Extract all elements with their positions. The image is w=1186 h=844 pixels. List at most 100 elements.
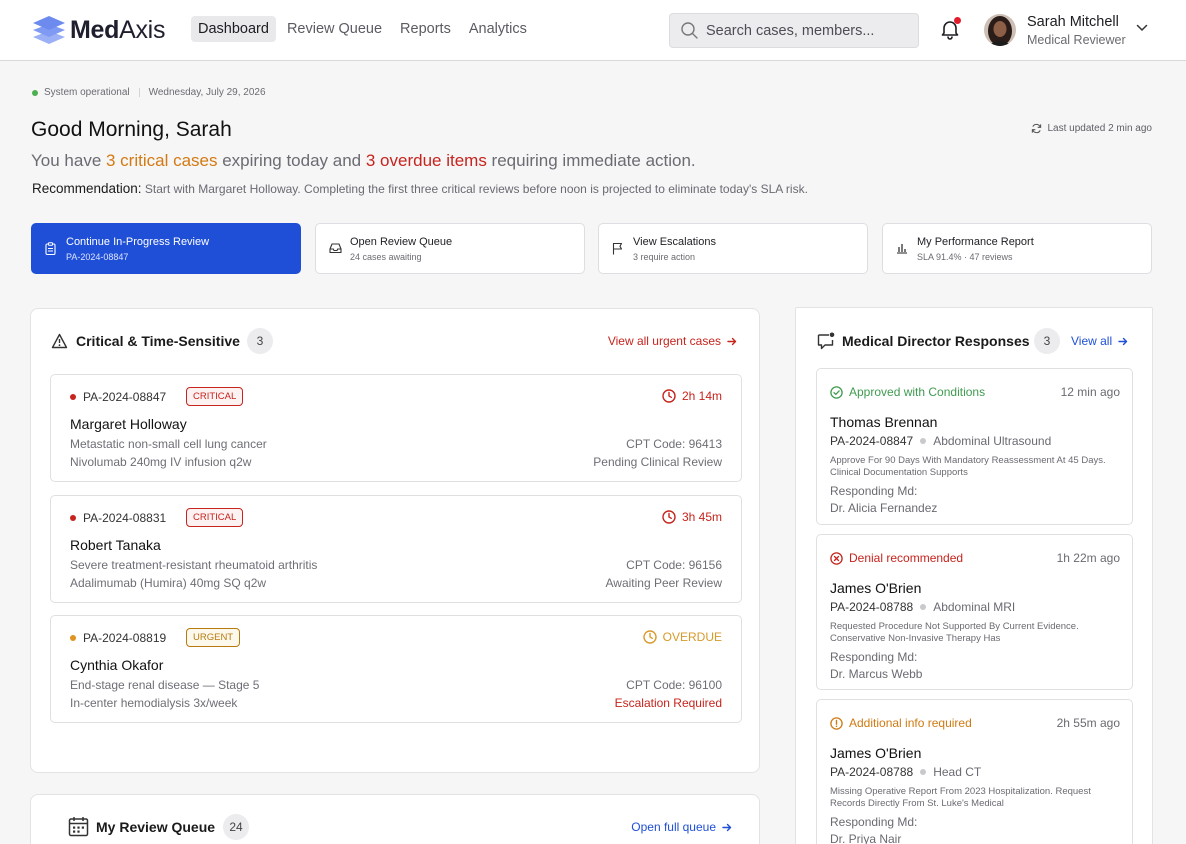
case-id: PA-2024-08819 (83, 631, 167, 645)
status-text: Denial recommended (849, 551, 964, 565)
notification-dot (954, 17, 961, 24)
arrow-right-icon (727, 337, 737, 345)
separator-dot (920, 438, 927, 444)
nav-dashboard[interactable]: Dashboard (191, 16, 276, 42)
response-note: Requested Procedure Not Supported By Cur… (830, 621, 1079, 644)
diagnosis: Severe treatment-resistant rheumatoid ar… (70, 558, 318, 572)
time-remaining: 2h 14m (662, 389, 722, 403)
action-title: My Performance Report (917, 236, 1034, 248)
response-note: Missing Operative Report From 2023 Hospi… (830, 786, 1091, 809)
case-id: PA-2024-08847 (83, 390, 167, 404)
response-status: Additional info required (830, 716, 972, 730)
flag-icon (612, 242, 623, 255)
priority-dot (70, 394, 76, 400)
refresh-icon[interactable] (1031, 123, 1042, 134)
cpt-code: CPT Code: 96413 (626, 437, 722, 451)
action-subtitle: SLA 91.4% · 47 reviews (917, 252, 1013, 262)
action-subtitle: PA-2024-08847 (66, 252, 129, 262)
case-id: PA-2024-08847 (830, 434, 914, 448)
priority-badge: CRITICAL (186, 387, 244, 406)
treatment: Nivolumab 240mg IV infusion q2w (70, 455, 252, 469)
search-input[interactable] (706, 22, 896, 39)
case-info: PA-2024-08788 Head CT (830, 765, 981, 779)
time-text: 2h 14m (681, 389, 722, 403)
procedure: Abdominal MRI (933, 600, 1016, 614)
system-status: System operational Wednesday, July 29, 2… (32, 87, 266, 98)
nav-review-queue[interactable]: Review Queue (280, 16, 389, 42)
response-status: Approved with Conditions (830, 385, 985, 399)
open-review-queue-button[interactable]: Open Review Queue 24 cases awaiting (315, 223, 585, 274)
chevron-down-icon[interactable] (1136, 24, 1148, 32)
arrow-right-icon (722, 823, 732, 831)
cpt-code: CPT Code: 96100 (626, 678, 722, 692)
divider (138, 88, 140, 97)
performance-report-button[interactable]: My Performance Report SLA 91.4% · 47 rev… (882, 223, 1152, 274)
response-card[interactable]: Approved with Conditions 12 min ago Thom… (816, 368, 1133, 525)
recommendation-label: Recommendation: (32, 181, 142, 196)
calendar-icon (68, 817, 89, 837)
view-escalations-button[interactable]: View Escalations 3 require action (598, 223, 868, 274)
responding-md: Dr. Priya Nair (830, 832, 902, 844)
top-navigation-bar: MedAxis Dashboard Review Queue Reports A… (0, 0, 1186, 61)
user-role: Medical Reviewer (1027, 33, 1126, 47)
responding-md: Dr. Alicia Fernandez (830, 501, 938, 515)
action-title: Continue In-Progress Review (66, 236, 210, 248)
response-card[interactable]: Additional info required 2h 55m ago Jame… (816, 699, 1133, 844)
alert-circle-icon (830, 716, 843, 730)
case-card[interactable]: PA-2024-08847 CRITICAL 2h 14m Margaret H… (50, 374, 742, 482)
critical-cases-panel: Critical & Time-Sensitive 3 View all urg… (30, 308, 760, 773)
priority-dot (70, 635, 76, 641)
response-time: 2h 55m ago (1056, 716, 1120, 730)
user-name: Sarah Mitchell (1027, 14, 1119, 30)
time-remaining: OVERDUE (642, 630, 722, 644)
case-card[interactable]: PA-2024-08819 URGENT OVERDUE Cynthia Oka… (50, 615, 742, 723)
case-info: PA-2024-08847 Abdominal Ultrasound (830, 434, 1051, 448)
status-text: Approved with Conditions (849, 385, 986, 399)
time-text: 3h 45m (681, 510, 722, 524)
response-time: 1h 22m ago (1056, 551, 1120, 565)
medaxis-logo[interactable]: MedAxis (31, 13, 165, 47)
status-indicator (32, 89, 38, 96)
open-full-queue-link[interactable]: Open full queue (631, 820, 732, 834)
last-updated[interactable]: Last updated 2 min ago (1031, 123, 1152, 134)
clock-icon (642, 630, 657, 644)
case-card[interactable]: PA-2024-08831 CRITICAL 3h 45m Robert Tan… (50, 495, 742, 603)
cpt-code: CPT Code: 96156 (626, 558, 722, 572)
critical-count-text[interactable]: 3 critical cases (106, 151, 217, 170)
review-queue-panel: My Review Queue 24 Open full queue (30, 794, 760, 844)
case-id: PA-2024-08788 (830, 600, 914, 614)
nav-analytics[interactable]: Analytics (462, 16, 534, 42)
view-all-urgent-link[interactable]: View all urgent cases (608, 334, 737, 348)
link-label: View all urgent cases (607, 334, 721, 348)
patient-name: Thomas Brennan (830, 414, 938, 430)
nav-reports[interactable]: Reports (393, 16, 458, 42)
procedure: Head CT (933, 765, 982, 779)
search-box[interactable] (669, 13, 919, 48)
logo-wordmark: MedAxis (70, 15, 166, 44)
response-time: 12 min ago (1060, 385, 1120, 399)
diagnosis: Metastatic non-small cell lung cancer (70, 437, 267, 451)
warning-triangle-icon (51, 333, 68, 349)
action-subtitle: 3 require action (633, 252, 696, 262)
review-status: Pending Clinical Review (593, 455, 722, 469)
patient-name: Margaret Holloway (70, 416, 187, 432)
view-all-responses-link[interactable]: View all (1071, 334, 1128, 348)
responding-md-label: Responding Md: (830, 815, 918, 829)
director-responses-panel: Medical Director Responses 3 View all Ap… (795, 307, 1153, 844)
responding-md-label: Responding Md: (830, 484, 918, 498)
user-avatar[interactable] (984, 14, 1016, 46)
response-card[interactable]: Denial recommended 1h 22m ago James O'Br… (816, 534, 1133, 690)
procedure: Abdominal Ultrasound (933, 434, 1052, 448)
main-nav: Dashboard Review Queue Reports Analytics (191, 16, 534, 42)
system-status-text: System operational (44, 87, 130, 98)
overdue-count-text[interactable]: 3 overdue items (366, 151, 487, 170)
patient-name: James O'Brien (830, 745, 922, 761)
clock-icon (662, 510, 676, 524)
inbox-icon (329, 243, 342, 254)
panel-title: Critical & Time-Sensitive (76, 333, 240, 349)
link-label: View all (1071, 334, 1113, 348)
bar-chart-icon (897, 244, 907, 254)
continue-review-button[interactable]: Continue In-Progress Review PA-2024-0884… (31, 223, 301, 274)
priority-badge: CRITICAL (186, 508, 244, 527)
action-subtitle: 24 cases awaiting (350, 252, 422, 262)
